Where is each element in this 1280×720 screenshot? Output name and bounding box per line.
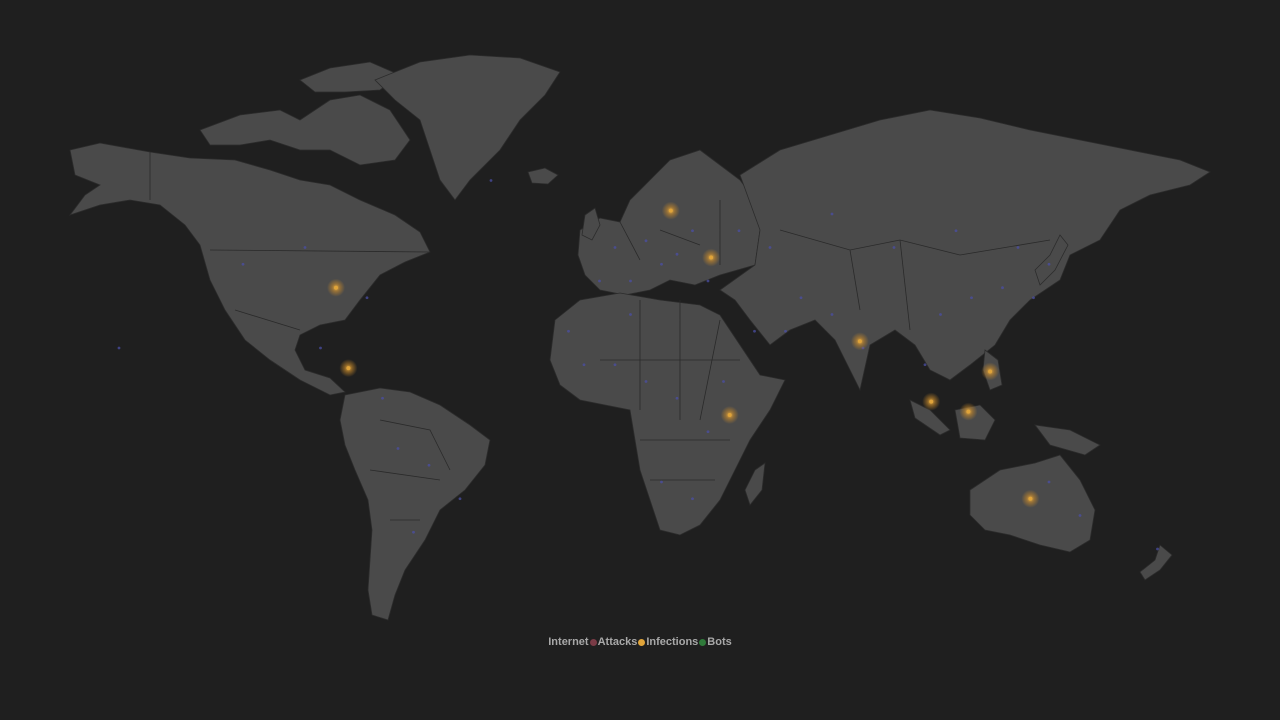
internet-node <box>675 252 679 256</box>
infection-core <box>334 285 338 290</box>
world-map-canvas[interactable] <box>0 0 1280 720</box>
infection-marker[interactable] <box>327 278 345 297</box>
legend-item-attacks[interactable]: Attacks <box>589 636 639 648</box>
internet-node <box>892 246 896 249</box>
europe <box>577 149 761 296</box>
internet-node <box>923 363 927 367</box>
internet-node <box>396 447 400 450</box>
legend-swatch <box>699 638 707 646</box>
infection-core <box>966 409 971 414</box>
internet-node <box>365 296 369 300</box>
north-america <box>68 142 431 396</box>
internet-node <box>1001 286 1004 290</box>
internet-node <box>567 329 570 333</box>
internet-node <box>458 497 462 501</box>
internet-node <box>722 380 725 383</box>
internet-node <box>1078 514 1082 517</box>
internet-node <box>660 480 663 484</box>
internet-node <box>830 212 834 216</box>
world-map[interactable] <box>0 0 1280 720</box>
infection-marker[interactable] <box>1021 489 1040 508</box>
internet-node <box>691 497 694 501</box>
arctic-islands <box>199 94 411 166</box>
internet-node <box>412 530 415 534</box>
internet-node <box>768 246 772 249</box>
infection-core <box>857 339 862 344</box>
infection-core <box>346 366 351 371</box>
infection-core <box>727 413 732 417</box>
internet-node <box>629 313 632 316</box>
internet-node <box>1016 246 1020 249</box>
internet-node <box>644 239 648 243</box>
internet-node <box>303 246 307 249</box>
internet-node <box>613 363 617 367</box>
infection-marker[interactable] <box>850 332 869 351</box>
legend-label: Infections <box>646 636 699 648</box>
legend-item-internet[interactable]: Internet <box>547 636 589 648</box>
infection-marker[interactable] <box>339 359 358 378</box>
infection-marker[interactable] <box>702 248 721 267</box>
internet-node <box>629 279 632 283</box>
infection-core <box>709 255 714 260</box>
infection-core <box>1028 496 1033 501</box>
legend-item-bots[interactable]: Bots <box>699 636 732 648</box>
internet-node <box>582 363 586 367</box>
asia <box>719 109 1211 392</box>
internet-node <box>660 262 663 266</box>
south-america <box>339 387 491 621</box>
new-zealand <box>1139 544 1173 581</box>
infection-marker[interactable] <box>981 362 1000 381</box>
infection-marker[interactable] <box>922 392 941 411</box>
iceland <box>527 167 559 185</box>
infection-marker[interactable] <box>720 406 739 424</box>
legend-swatch <box>638 638 646 646</box>
internet-node <box>799 296 803 300</box>
internet-node <box>1156 547 1159 551</box>
infection-core <box>929 399 934 404</box>
internet-node <box>117 346 121 350</box>
internet-node <box>381 396 384 400</box>
legend: Internet Attacks Infections Bots <box>0 636 1280 648</box>
internet-node <box>706 430 710 434</box>
legend-item-infections[interactable]: Infections <box>638 636 699 648</box>
internet-node <box>784 329 787 333</box>
legend-label: Attacks <box>597 636 638 648</box>
internet-node <box>427 463 431 467</box>
internet-node <box>319 346 322 350</box>
internet-node <box>613 246 617 249</box>
internet-node <box>598 279 601 283</box>
new-guinea <box>1034 424 1101 456</box>
internet-node <box>644 380 648 383</box>
legend-label: Internet <box>548 636 589 648</box>
internet-node <box>737 229 741 233</box>
internet-node <box>954 229 958 233</box>
internet-node <box>970 296 973 300</box>
internet-node <box>830 313 834 316</box>
legend-label: Bots <box>707 636 732 648</box>
infection-marker[interactable] <box>661 201 680 220</box>
legend-swatch <box>589 638 597 646</box>
internet-node <box>675 396 679 400</box>
madagascar <box>744 462 766 506</box>
internet-node <box>753 329 756 333</box>
infection-core <box>988 369 993 374</box>
internet-node <box>241 262 245 266</box>
internet-node <box>706 279 710 283</box>
internet-node <box>939 313 942 316</box>
internet-node <box>489 179 493 182</box>
internet-node <box>1032 296 1035 300</box>
infection-marker[interactable] <box>959 402 978 421</box>
internet-node <box>1047 262 1051 266</box>
internet-node <box>691 229 694 233</box>
internet-node <box>1047 480 1051 484</box>
infection-core <box>668 208 673 213</box>
